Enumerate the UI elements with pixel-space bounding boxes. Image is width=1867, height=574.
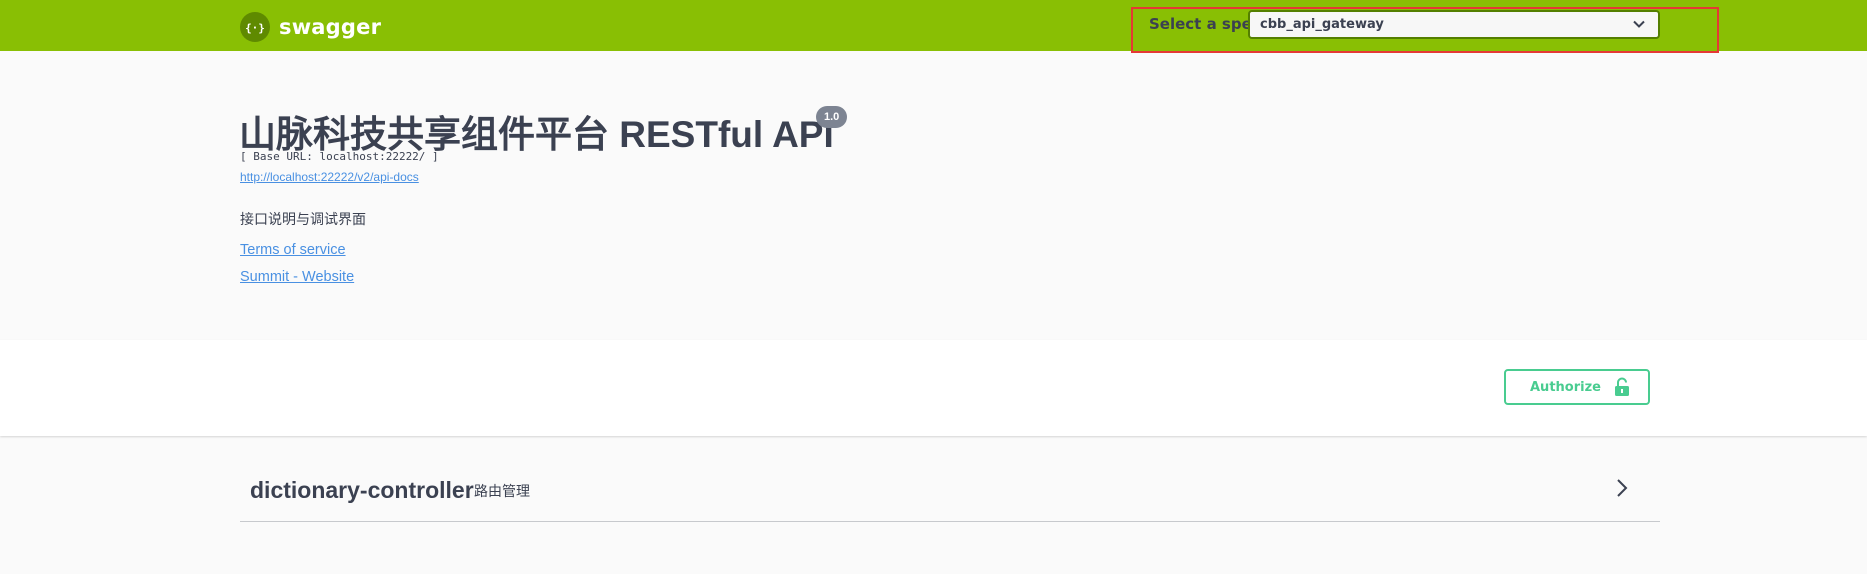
- version-badge: 1.0: [816, 106, 848, 128]
- swagger-logo-icon: {·}: [240, 12, 270, 42]
- tag-description: 路由管理: [474, 483, 530, 499]
- spec-select[interactable]: cbb_api_gateway: [1248, 10, 1660, 39]
- api-description: 接口说明与调试界面: [240, 211, 366, 227]
- base-url: [ Base URL: localhost:22222/ ]: [240, 150, 439, 163]
- website-link[interactable]: Summit - Website: [240, 269, 354, 285]
- authorize-label: Authorize: [1530, 380, 1601, 395]
- lock-open-icon: [1615, 377, 1629, 396]
- scheme-container: Authorize: [0, 340, 1867, 436]
- chevron-right-icon[interactable]: [1614, 477, 1630, 499]
- tag-name: dictionary-controller: [250, 477, 474, 503]
- chevron-down-icon: [1633, 20, 1645, 28]
- terms-of-service-link[interactable]: Terms of service: [240, 242, 346, 258]
- spec-select-value: cbb_api_gateway: [1260, 17, 1384, 32]
- spec-label: Select a spec: [1149, 15, 1261, 33]
- swagger-logo[interactable]: {·} swagger: [240, 12, 381, 42]
- svg-text:{·}: {·}: [245, 22, 265, 35]
- topbar: {·} swagger Select a spec cbb_api_gatewa…: [0, 0, 1867, 53]
- logo-text: swagger: [279, 15, 382, 39]
- tag-dictionary-controller[interactable]: dictionary-controller 路由管理: [240, 464, 1660, 522]
- authorize-button[interactable]: Authorize: [1504, 369, 1650, 405]
- api-docs-link[interactable]: http://localhost:22222/v2/api-docs: [240, 170, 419, 184]
